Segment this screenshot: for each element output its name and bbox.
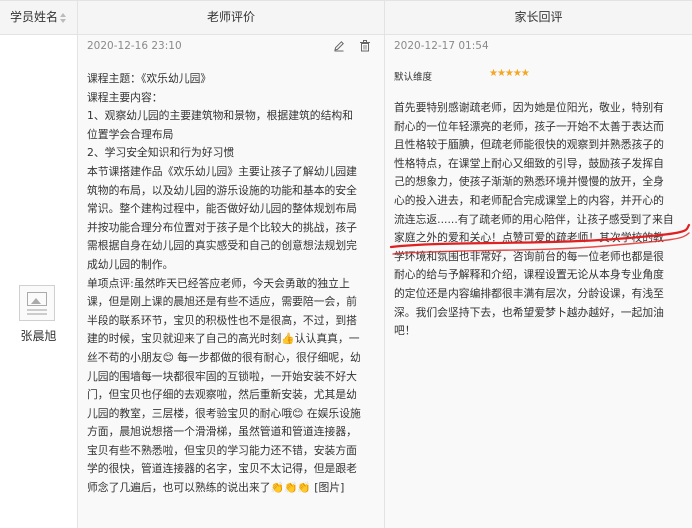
review-line: 门，但宝贝也仔细的去观察啦，然后重新安装，尤其是幼 [87,388,357,402]
sort-icon[interactable] [60,12,67,23]
table-header: 学员姓名 老师评价 家长回评 [0,0,692,35]
review-line: 宝贝有些不熟悉啦，但宝贝的学习能力还不错，安装方面 [87,443,357,457]
review-line: 丝不苟的小朋友😊 每一步都做的很有耐心，很仔细呢，幼 [87,350,361,364]
review-table: 学员姓名 老师评价 家长回评 张晨旭 2020-12-16 23:10 课程主题… [0,0,692,528]
review-line: 筑物的布局，以及幼儿园的游乐设施的功能和基本的安全 [87,183,357,197]
column-header-student-label: 学员姓名 [9,10,58,24]
review-line: 本节课搭建作品《欢乐幼儿园》主要让孩子了解幼儿园建 [87,164,357,178]
review-line: 师念了几遍后，也可以熟练的说出来了👏👏👏 [图片] [87,481,345,495]
review-line: 课程主题：《欢乐幼儿园》 [87,72,212,85]
review-line: 2、学习安全知识和行为好习惯 [87,146,235,160]
image-placeholder-icon [27,292,47,306]
student-cell: 张晨旭 [0,35,77,528]
review-line: 方面，晨旭说想搭一个滑滑梯，虽然管道和管道连接器， [87,425,357,439]
teacher-review-timestamp: 2020-12-16 23:10 [87,40,182,52]
review-line: 儿园的教室，三层楼，很考验宝贝的耐心哦😊 在娱乐设施 [87,406,361,420]
review-line: 需根据自身在幼儿园的真实感受和自己的创意想法规划完 [87,239,357,253]
column-header-parent: 家长回评 [514,10,563,24]
column-header-teacher: 老师评价 [206,10,255,24]
teacher-review-text: 课程主题：《欢乐幼儿园》 课程主要内容： 1、观察幼儿园的主要建筑物和景物，根据… [87,70,375,498]
review-line: 儿园的围墙每一块都很牢固的互锁啦，一开始安装不好大 [87,369,357,383]
trash-icon [360,40,370,52]
pencil-icon [334,41,344,52]
review-line: 半段的联系环节，宝贝的积极性也不是很高，不过，到搭 [87,313,357,327]
review-line: 成幼儿园的制作。 [87,257,174,271]
review-line: 单项点评:虽然昨天已经答应老师，今天会勇敢的独立上 [87,276,350,290]
review-line: 位置学会合理布局 [87,127,174,141]
delete-button[interactable] [358,40,372,54]
review-line: 1、观察幼儿园的主要建筑物和景物，根据建筑的结构和 [87,109,353,123]
review-line: 并按功能合理分布位置对于孩子是个比较大的挑战，孩子 [87,220,357,234]
review-line: 建的时候，宝贝就迎来了自己的高光时刻👍认认真真，一 [87,332,360,346]
review-line: 学的很快，管道连接器的名字，宝贝不太记得，但是跟老 [87,462,357,476]
red-underline-annotation [389,223,691,255]
review-line: 课，但是刚上课的晨旭还是有些不适应，需要陪一会，前 [87,295,357,309]
review-line: 课程主要内容： [87,90,163,104]
teacher-review-cell: 2020-12-16 23:10 课程主题：《欢乐幼儿园》 课程主要内容： 1、… [78,35,384,528]
review-line: 常识。整个建构过程中，能否做好幼儿园的整体规划布局 [87,202,357,216]
parent-review-cell: 2020-12-17 01:54 默认维度 ★★★★★ 首先要特别感谢疏老师，因… [385,35,692,528]
student-name: 张晨旭 [20,329,57,343]
column-header-student[interactable]: 学员姓名 [0,1,77,34]
edit-button[interactable] [332,40,346,54]
avatar[interactable] [19,285,55,321]
